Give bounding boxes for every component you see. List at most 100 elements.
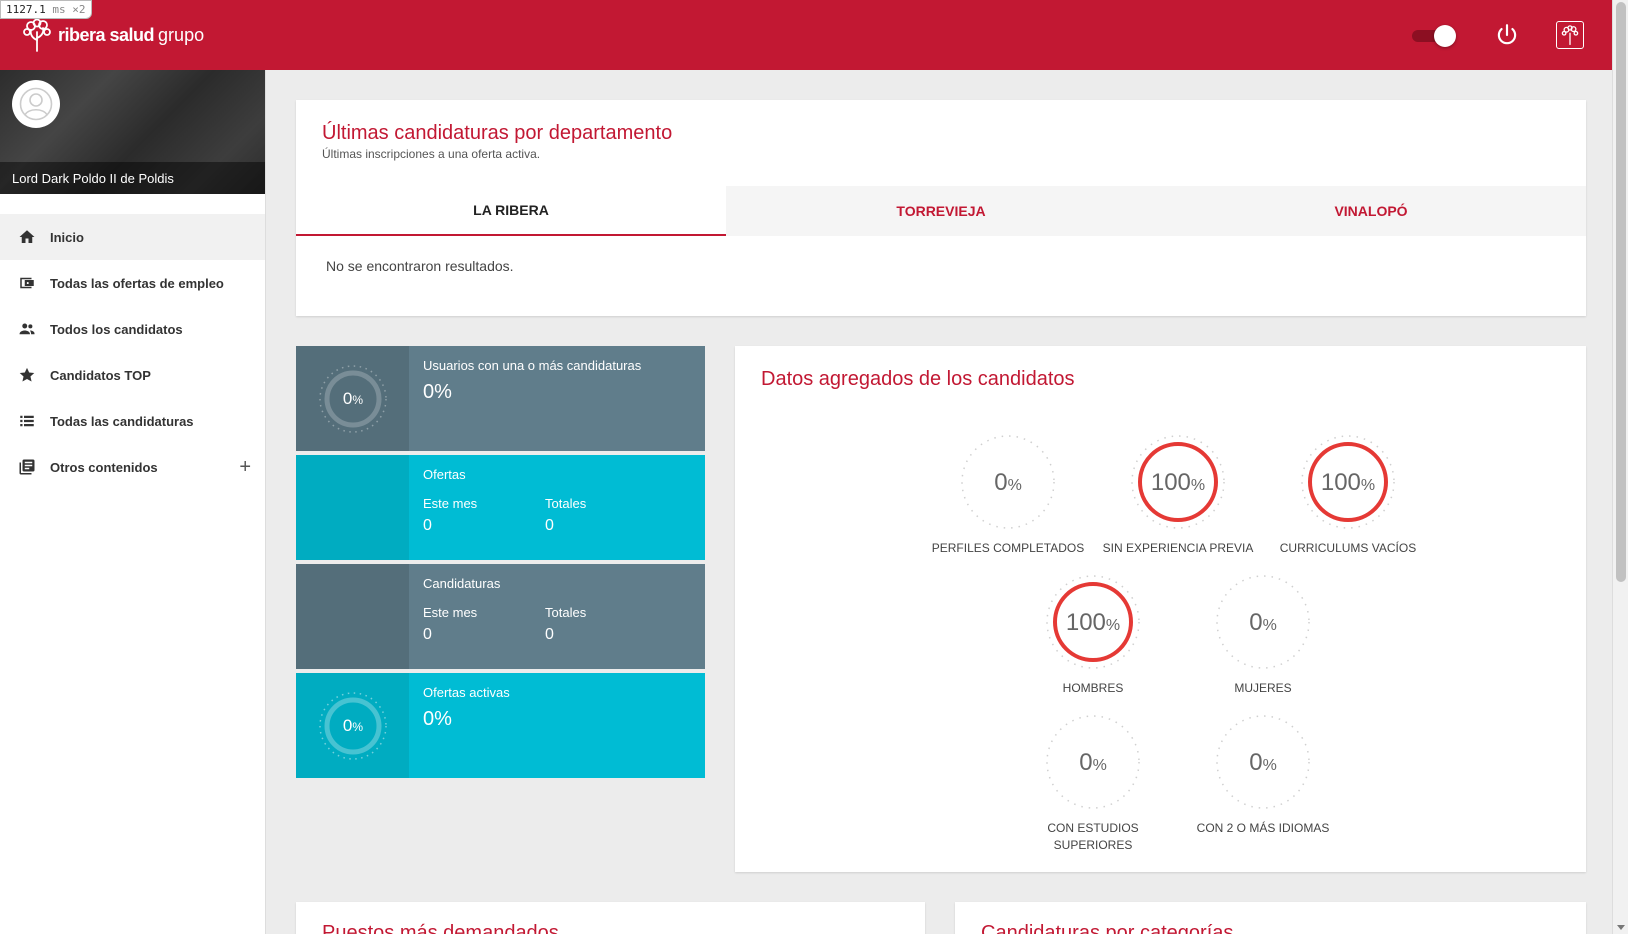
tile-value: 0% <box>423 708 452 730</box>
tile-label: Usuarios con una o más candidaturas <box>423 358 642 373</box>
gauge-ring: 100% <box>1301 435 1395 529</box>
gauge-item: 0% CON ESTUDIOS SUPERIORES <box>998 712 1188 854</box>
page-scrollbar[interactable] <box>1612 0 1628 934</box>
gauge-item: 0% CON 2 O MÁS IDIOMAS <box>1168 712 1358 837</box>
offers-month-label: Este mes <box>423 496 478 511</box>
timing-badge: 1127.1 ms ×2 <box>0 0 92 19</box>
departments-title: Últimas candidaturas por departamento <box>322 122 673 144</box>
gauge-label: MUJERES <box>1234 681 1292 695</box>
brand-square-icon[interactable] <box>1556 21 1584 49</box>
gauge-label: CON 2 O MÁS IDIOMAS <box>1196 821 1330 835</box>
department-tabs: LA RIBERA TORREVIEJA VINALOPÓ <box>296 186 1586 236</box>
gauge-ring: 100% <box>1046 575 1140 669</box>
applications-by-category-card: Candidaturas por categorías <box>955 902 1586 934</box>
applications-month-label: Este mes <box>423 605 478 620</box>
tile-side <box>296 564 409 669</box>
offers-total-label: Totales <box>545 496 587 511</box>
gauge-ring: 0% <box>961 435 1055 529</box>
timing-value: 1127.1 <box>6 3 46 16</box>
sidebar-item-label: Candidatos TOP <box>50 367 151 383</box>
gauge-ring: 0% <box>1216 715 1310 809</box>
gauge-label: HOMBRES <box>1062 681 1124 695</box>
most-demanded-title: Puestos más demandados <box>322 922 559 934</box>
gauge-value: 100% <box>1066 609 1120 636</box>
toggle-knob <box>1434 25 1456 47</box>
sidebar-item-label: Todos los candidatos <box>50 321 183 337</box>
tile-label: Ofertas activas <box>423 685 510 700</box>
gauge-label: CURRICULUMS VACÍOS <box>1279 541 1417 555</box>
tile-value: 0% <box>423 381 452 403</box>
gauge-value: 100% <box>1321 469 1375 496</box>
tree-logo-icon <box>23 18 51 52</box>
sidebar-item-otros[interactable]: Otros contenidos + <box>0 444 265 490</box>
applications-month-value: 0 <box>423 626 432 643</box>
sidebar-item-candidaturas[interactable]: Todas las candidaturas <box>0 398 265 444</box>
tab-torrevieja[interactable]: TORREVIEJA <box>726 186 1156 236</box>
tile-active-offers: 0% Ofertas activas 0% <box>296 673 705 778</box>
tree-mini-icon <box>1561 25 1579 45</box>
gauge-item: 100% CURRICULUMS VACÍOS <box>1253 432 1443 557</box>
gauge-value: 0% <box>1079 749 1107 776</box>
user-avatar-icon <box>19 87 53 121</box>
home-icon <box>18 228 36 246</box>
brand-name-bold: ribera salud <box>58 24 155 45</box>
active-offers-ring-value: 0% <box>342 716 362 735</box>
user-name: Lord Dark Poldo II de Poldis <box>0 162 265 194</box>
library-icon <box>18 458 36 476</box>
gauge-item: 100% SIN EXPERIENCIA PREVIA <box>1083 432 1273 557</box>
gauge-value: 0% <box>994 469 1022 496</box>
tile-side <box>296 455 409 560</box>
applications-total-value: 0 <box>545 626 554 643</box>
sidebar: Lord Dark Poldo II de Poldis Inicio Toda… <box>0 70 266 934</box>
timing-multiplier: ×2 <box>72 3 86 16</box>
applications-total-label: Totales <box>545 605 587 620</box>
avatar[interactable] <box>12 80 60 128</box>
sidebar-item-ofertas[interactable]: Todas las ofertas de empleo <box>0 260 265 306</box>
theme-toggle[interactable] <box>1412 25 1456 47</box>
top-bar: ribera salud grupo <box>0 0 1612 70</box>
power-icon[interactable] <box>1494 22 1520 48</box>
sidebar-item-candidatos-top[interactable]: Candidatos TOP <box>0 352 265 398</box>
gauge-value: 0% <box>1249 749 1277 776</box>
gauge-item: 0% PERFILES COMPLETADOS <box>913 432 1103 557</box>
expand-plus-icon[interactable]: + <box>239 456 251 479</box>
applications-by-category-title: Candidaturas por categorías <box>981 922 1234 934</box>
departments-subtitle: Últimas inscripciones a una oferta activ… <box>322 147 541 161</box>
sidebar-item-label: Inicio <box>50 229 84 245</box>
gauge-ring: 100% <box>1131 435 1225 529</box>
sidebar-item-label: Todas las ofertas de empleo <box>50 275 224 291</box>
offers-month-value: 0 <box>423 517 432 534</box>
tab-la-ribera[interactable]: LA RIBERA <box>296 186 726 236</box>
sidebar-menu: Inicio Todas las ofertas de empleo Todos… <box>0 214 265 490</box>
tile-offers: Ofertas Este mes 0 Totales 0 <box>296 455 705 560</box>
sidebar-item-label: Otros contenidos <box>50 459 158 475</box>
gauge-item: 100% HOMBRES <box>998 572 1188 697</box>
gauge-value: 0% <box>1249 609 1277 636</box>
departments-card: Últimas candidaturas por departamento Úl… <box>296 100 1586 316</box>
active-offers-ring-gauge: 0% <box>318 691 387 760</box>
gauge-item: 0% MUJERES <box>1168 572 1358 697</box>
gauge-label: SIN EXPERIENCIA PREVIA <box>1102 541 1254 555</box>
gauge-ring: 0% <box>1046 715 1140 809</box>
most-demanded-card: Puestos más demandados <box>296 902 925 934</box>
brand-name-light: grupo <box>158 24 205 45</box>
profile-panel: Lord Dark Poldo II de Poldis <box>0 70 265 194</box>
star-icon <box>18 366 36 384</box>
gauge-ring: 0% <box>1216 575 1310 669</box>
no-results-message: No se encontraron resultados. <box>326 258 514 274</box>
sidebar-item-candidatos[interactable]: Todos los candidatos <box>0 306 265 352</box>
scroll-down-arrow-icon[interactable] <box>1617 925 1625 930</box>
tile-applications: Candidaturas Este mes 0 Totales 0 <box>296 564 705 669</box>
people-icon <box>18 320 36 338</box>
scrollbar-thumb[interactable] <box>1616 2 1626 582</box>
aggregated-title: Datos agregados de los candidatos <box>761 368 1075 390</box>
timing-unit: ms <box>52 3 66 16</box>
brand-logo[interactable]: ribera salud grupo <box>22 18 204 52</box>
tile-ring-side: 0% <box>296 673 409 778</box>
list-icon <box>18 412 36 430</box>
aggregated-card: Datos agregados de los candidatos 0% PERF… <box>735 346 1586 872</box>
sidebar-item-inicio[interactable]: Inicio <box>0 214 265 260</box>
tab-vinalopo[interactable]: VINALOPÓ <box>1156 186 1586 236</box>
gauge-label: PERFILES COMPLETADOS <box>931 541 1085 555</box>
offers-total-value: 0 <box>545 517 554 534</box>
